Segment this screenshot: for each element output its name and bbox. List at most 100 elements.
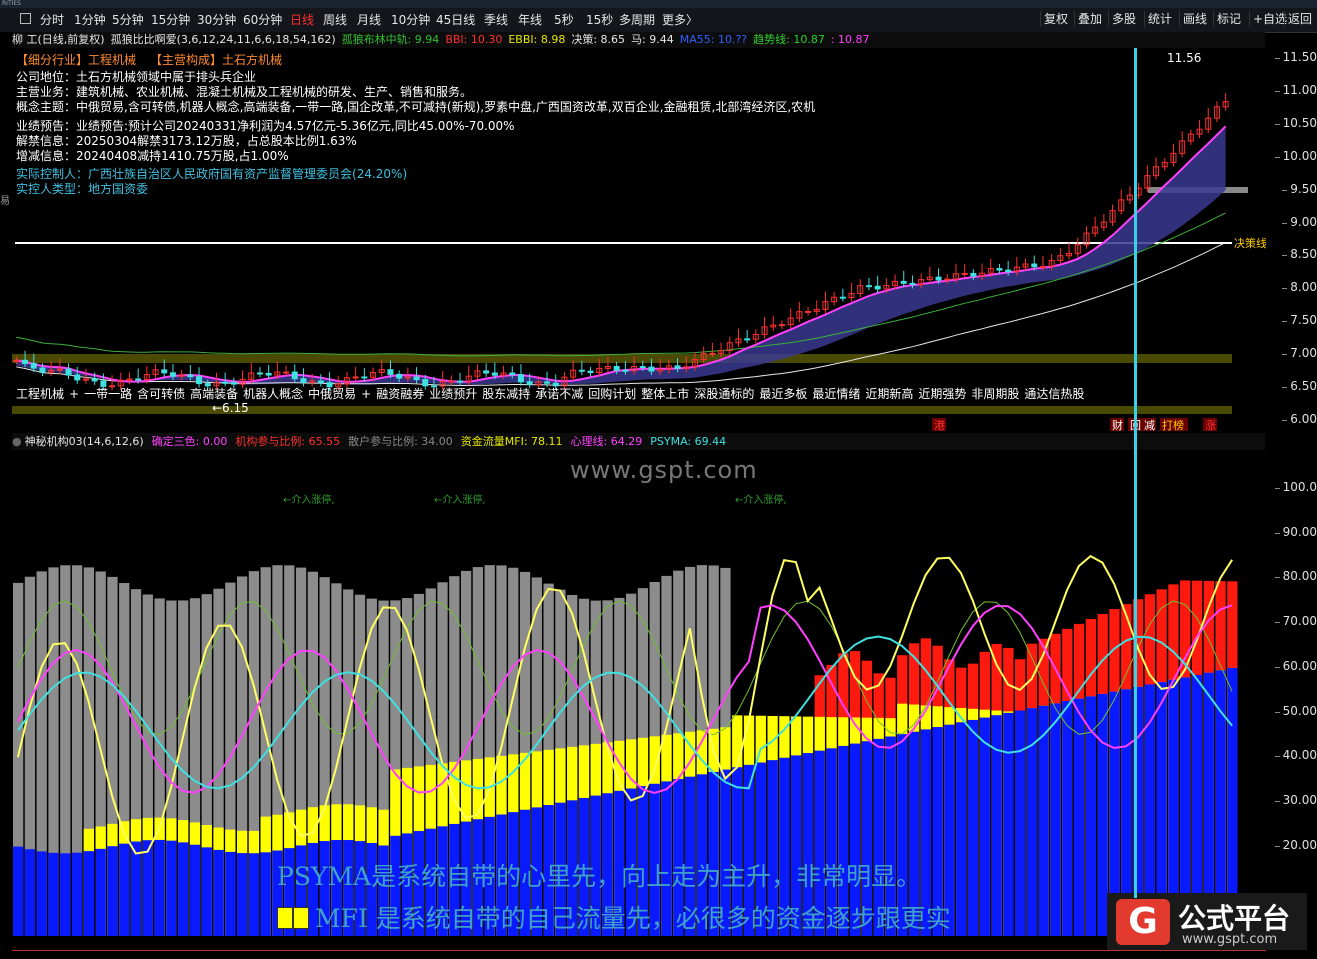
event-badge-1[interactable]: 财 xyxy=(1110,418,1124,432)
left-edge-label: 易 xyxy=(0,196,10,207)
bar-base xyxy=(956,722,967,936)
period-5[interactable]: 60分钟 xyxy=(243,12,282,28)
concept-tag-15: 最近多板 xyxy=(759,387,808,401)
period-4[interactable]: 30分钟 xyxy=(197,12,236,28)
period-10[interactable]: 45日线 xyxy=(436,12,475,28)
site-logo-url: www.gspt.com xyxy=(1182,932,1278,947)
bar-base xyxy=(36,851,47,936)
osc-value-0: 确定三色: 0.00 xyxy=(151,435,228,448)
concept-tag-1: + xyxy=(69,387,80,401)
period-6[interactable]: 日线 xyxy=(290,12,314,28)
price-tick-7: 8.00 xyxy=(1282,280,1317,295)
bar-base xyxy=(60,853,71,936)
info-line-1: 主营业务：建筑机械、农业机械、混凝土机械及工程机械的研发、生产、销售和服务。 xyxy=(16,85,472,99)
info-label-5: 增减信息： xyxy=(16,149,77,163)
toolbar-button-7[interactable]: 返回 xyxy=(1284,11,1315,27)
event-badge-3[interactable]: 减 xyxy=(1142,418,1156,432)
titlebar-text: RITIES xyxy=(2,0,21,7)
info-text-0: 土石方机械领域中属于排头兵企业 xyxy=(76,70,257,84)
toolbar-button-2[interactable]: 多股 xyxy=(1108,11,1139,27)
bar-base xyxy=(48,852,59,936)
bar-base xyxy=(979,717,990,936)
info-label-1: 主营业务： xyxy=(16,85,77,99)
bar-base xyxy=(71,852,83,936)
osc-tick-8: 20.00 xyxy=(1274,837,1317,852)
price-axis: 11.50 11.00 10.50 10.00 9.50 9.00 8.50 8.00 7.50… xyxy=(1266,32,1317,433)
period-12[interactable]: 年线 xyxy=(518,12,542,28)
osc-tick-7: 30.00 xyxy=(1274,792,1317,807)
concept-tag-14: 深股通标的 xyxy=(694,387,755,401)
period-1[interactable]: 1分钟 xyxy=(74,12,106,28)
svg-text:打榜: 打榜 xyxy=(1162,418,1184,432)
bar-base xyxy=(1062,701,1073,936)
toolbar-button-3[interactable]: 统计 xyxy=(1144,11,1175,27)
concept-strip: 工程机械 + 一带一路 含可转债 高端装备 机器人概念 中俄贸易 + 融资融券 业绩预升 股东减持承… xyxy=(16,385,1089,402)
period-11[interactable]: 季线 xyxy=(484,12,508,28)
low-price-label: ←6.15 xyxy=(212,401,249,415)
event-badge-5[interactable]: 涨 xyxy=(1203,418,1217,432)
period-7[interactable]: 周线 xyxy=(323,12,347,28)
period-14[interactable]: 15秒 xyxy=(586,12,613,28)
period-0[interactable]: 分时 xyxy=(40,12,64,28)
price-tick-10: 6.50 xyxy=(1282,379,1317,393)
concept-tag-19: 非周期股 xyxy=(971,387,1020,401)
toolbar-button-4[interactable]: 画线 xyxy=(1179,11,1210,27)
concept-tag-10: 股东减持 xyxy=(482,387,531,401)
indicator-value-0: 孤狼布林中轨: 9.94 xyxy=(341,33,440,46)
annotation-2: ←介入涨停, xyxy=(434,495,486,506)
osc-tick-4: 60.00 xyxy=(1274,658,1317,673)
period-16[interactable]: 更多〉 xyxy=(662,12,698,28)
event-badge-4[interactable]: 打榜 xyxy=(1160,418,1188,432)
toolbar-button-1[interactable]: 叠加 xyxy=(1074,11,1105,27)
info-label-0: 公司地位： xyxy=(16,70,77,84)
info-label-7: 实控人类型： xyxy=(16,182,89,196)
concept-tag-12: 回购计划 xyxy=(588,387,637,401)
site-watermark: www.gspt.com xyxy=(570,456,758,484)
info-text-7: 地方国资委 xyxy=(88,182,149,196)
bar-base xyxy=(13,846,24,936)
price-tick-2: 10.50 xyxy=(1274,115,1317,130)
period-13[interactable]: 5秒 xyxy=(554,12,574,28)
bar-base xyxy=(142,840,153,936)
period-2[interactable]: 5分钟 xyxy=(112,12,144,28)
info-tag-0: 【细分行业】工程机械 xyxy=(16,53,137,67)
indicator-value-5: MA55: 10.?? xyxy=(679,33,748,46)
concept-tag-2: 一带一路 xyxy=(84,387,133,401)
toolbar-button-0[interactable]: 复权 xyxy=(1040,11,1071,27)
bar-base xyxy=(130,841,142,936)
stock-title: 柳 工(日线,前复权) xyxy=(12,33,105,46)
bar-base xyxy=(107,846,118,936)
bar-base xyxy=(119,843,130,936)
event-badge-0[interactable]: 港 xyxy=(932,418,946,432)
bar-base xyxy=(248,853,260,936)
crosshair-cursor-line[interactable] xyxy=(1134,48,1137,898)
info-label-2: 概念主题： xyxy=(16,100,77,114)
menu-square-icon[interactable] xyxy=(20,13,31,24)
period-3[interactable]: 15分钟 xyxy=(151,12,190,28)
bar-base xyxy=(1015,710,1026,936)
info-text-4: 20250304解禁3173.12万股，占总股本比例1.63% xyxy=(76,134,357,148)
period-8[interactable]: 月线 xyxy=(357,12,381,28)
period-toolbar: 分时 1分钟 5分钟 15分钟 30分钟 60分钟 日线 周线 月线 10分钟 45日线 季线 年线 5秒… xyxy=(0,8,1317,33)
price-tick-8: 7.50 xyxy=(1282,313,1317,328)
indicator-value-1: BBI: 10.30 xyxy=(445,33,503,46)
period-9[interactable]: 10分钟 xyxy=(391,12,430,28)
svg-text:减: 减 xyxy=(1144,419,1155,432)
osc-value-4: 心理线: 64.29 xyxy=(570,435,643,448)
price-tick-3: 10.00 xyxy=(1274,148,1317,163)
svg-text:财: 财 xyxy=(1112,418,1123,432)
price-tick-11: 6.00 xyxy=(1282,411,1317,426)
bar-base xyxy=(1038,705,1049,936)
bar-base xyxy=(95,848,106,936)
info-line-7: 实控人类型：地方国资委 xyxy=(16,182,148,196)
bar-base xyxy=(213,849,224,936)
concept-tag-8: 融资融券 xyxy=(376,387,425,401)
osc-value-3: 资金流量MFI: 78.11 xyxy=(460,435,563,448)
note-mfi: MFI 是系统自带的自己流量先，必很多的资金逐步跟更实 xyxy=(277,899,951,935)
period-15[interactable]: 多周期 xyxy=(619,12,655,28)
info-line-6: 实际控制人：广西壮族自治区人民政府国有资产监督管理委员会(24.20%) xyxy=(16,167,407,181)
mfi-legend-swatch-2 xyxy=(293,907,309,929)
toolbar-button-5[interactable]: 标记 xyxy=(1213,11,1244,27)
indicator-value-7: : 10.87 xyxy=(830,33,870,46)
info-label-3: 业绩预告： xyxy=(16,119,77,133)
